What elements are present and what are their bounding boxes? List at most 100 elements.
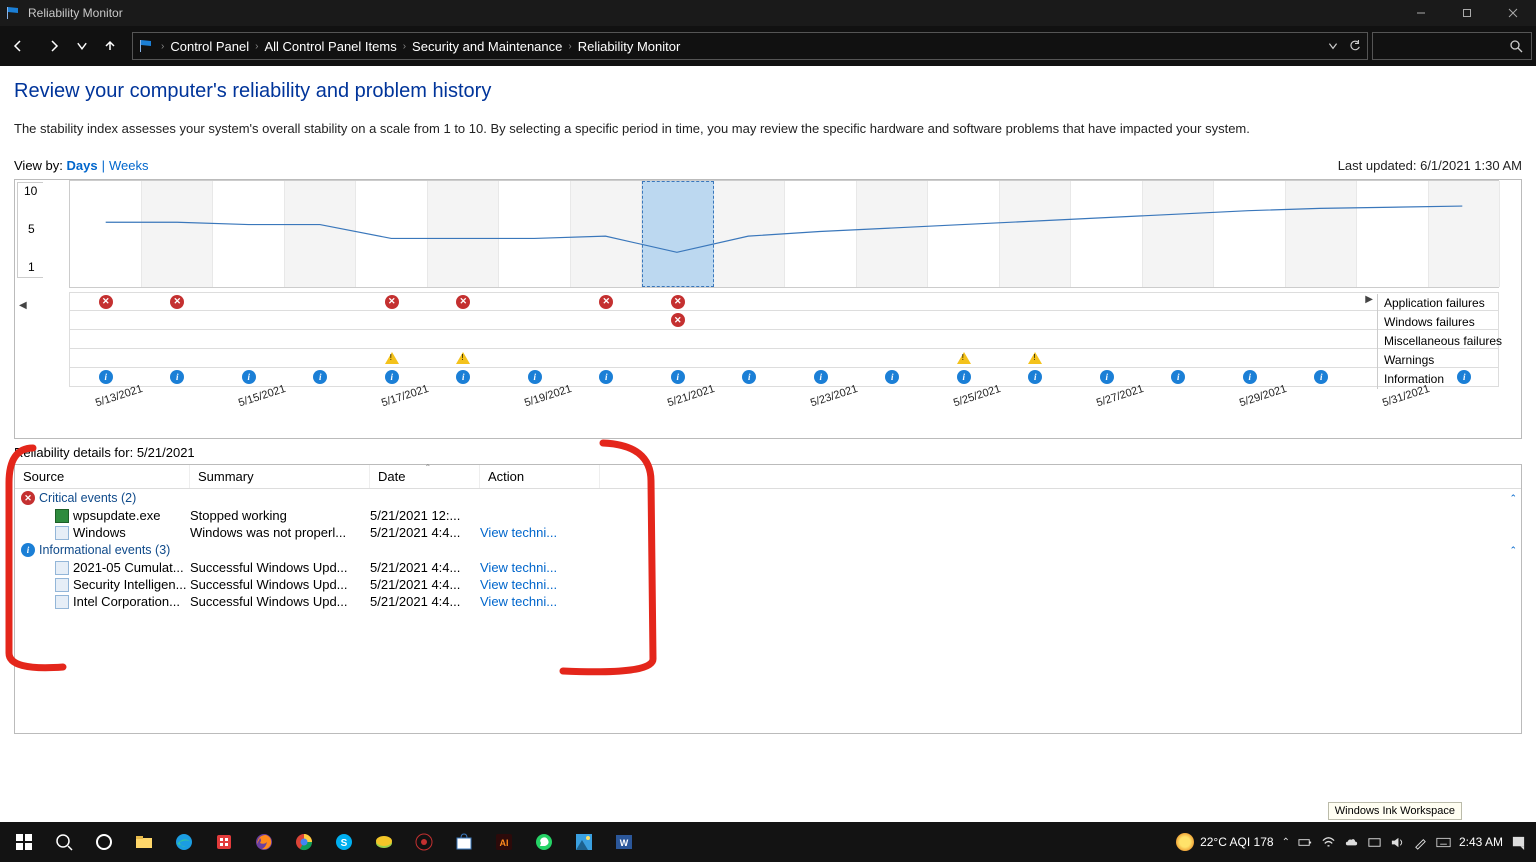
- error-icon: ✕: [99, 295, 113, 309]
- event-cell[interactable]: i: [285, 368, 357, 386]
- collapse-icon[interactable]: ⌃: [1509, 493, 1517, 504]
- th-action[interactable]: Action: [480, 465, 600, 488]
- recent-dropdown[interactable]: [72, 26, 92, 66]
- cortana-icon[interactable]: [84, 822, 124, 862]
- event-cell[interactable]: ✕: [642, 311, 714, 329]
- error-icon: ✕: [671, 313, 685, 327]
- close-button[interactable]: [1490, 0, 1536, 26]
- maximize-button[interactable]: [1444, 0, 1490, 26]
- collapse-icon[interactable]: ⌃: [1509, 545, 1517, 556]
- breadcrumb[interactable]: Reliability Monitor: [578, 39, 681, 54]
- skype-icon[interactable]: S: [324, 822, 364, 862]
- scroll-left-icon[interactable]: ◀: [19, 300, 27, 311]
- system-tray[interactable]: 22°C AQI 178 ⌃ 2:43 AM: [1176, 833, 1532, 851]
- taskbar[interactable]: S AI W 22°C AQI 178 ⌃ 2:43 AM: [0, 822, 1536, 862]
- search-taskbar-icon[interactable]: [44, 822, 84, 862]
- whatsapp-icon[interactable]: [524, 822, 564, 862]
- table-row[interactable]: wpsupdate.exeStopped working5/21/2021 12…: [15, 507, 1521, 524]
- event-cell[interactable]: i: [428, 368, 500, 386]
- keyboard-icon[interactable]: [1436, 835, 1451, 850]
- record-icon[interactable]: [404, 822, 444, 862]
- group-info[interactable]: i Informational events (3) ⌃: [15, 541, 1521, 559]
- scroll-right-icon[interactable]: ▶: [1365, 294, 1373, 305]
- table-row[interactable]: 2021-05 Cumulat...Successful Windows Upd…: [15, 559, 1521, 576]
- event-cell[interactable]: i: [356, 368, 428, 386]
- chevron-down-icon[interactable]: [1327, 40, 1339, 52]
- event-cell[interactable]: i: [1214, 368, 1286, 386]
- event-cell[interactable]: i: [70, 368, 142, 386]
- word-icon[interactable]: W: [604, 822, 644, 862]
- breadcrumb[interactable]: Control Panel: [170, 39, 249, 54]
- up-button[interactable]: [92, 26, 128, 66]
- th-date[interactable]: ⌃Date: [370, 465, 480, 488]
- details-table: Source Summary ⌃Date Action ✕ Critical e…: [14, 464, 1522, 734]
- view-details-link[interactable]: View techni...: [480, 594, 557, 609]
- address-bar[interactable]: › Control Panel › All Control Panel Item…: [132, 32, 1368, 60]
- back-button[interactable]: [0, 26, 36, 66]
- event-cell[interactable]: ✕: [142, 293, 214, 310]
- view-details-link[interactable]: View techni...: [480, 560, 557, 575]
- notifications-icon[interactable]: [1511, 835, 1526, 850]
- search-box[interactable]: [1372, 32, 1532, 60]
- th-source[interactable]: Source: [15, 465, 190, 488]
- event-cell[interactable]: i: [571, 368, 643, 386]
- store-icon[interactable]: [204, 822, 244, 862]
- event-cell[interactable]: [356, 349, 428, 367]
- event-cell[interactable]: i: [1286, 368, 1358, 386]
- chevron-right-icon: ›: [403, 41, 406, 52]
- event-cell[interactable]: i: [785, 368, 857, 386]
- start-button[interactable]: [4, 822, 44, 862]
- event-cell[interactable]: i: [928, 368, 1000, 386]
- explorer-icon[interactable]: [124, 822, 164, 862]
- event-cell[interactable]: i: [499, 368, 571, 386]
- volume-icon[interactable]: [1390, 835, 1405, 850]
- photo-icon[interactable]: [564, 822, 604, 862]
- ai-icon[interactable]: AI: [484, 822, 524, 862]
- event-cell[interactable]: i: [142, 368, 214, 386]
- event-cell[interactable]: ✕: [428, 293, 500, 310]
- event-cell[interactable]: i: [714, 368, 786, 386]
- event-cell[interactable]: [1000, 349, 1072, 367]
- event-cell[interactable]: ✕: [642, 293, 714, 310]
- table-row[interactable]: Security Intelligen...Successful Windows…: [15, 576, 1521, 593]
- wifi-icon[interactable]: [1321, 835, 1336, 850]
- minimize-button[interactable]: [1398, 0, 1444, 26]
- reliability-chart[interactable]: 10 5 1 ◀ ✕✕✕✕✕✕✕iiiiiiiiiiiiiiiiiii5/13/…: [14, 179, 1522, 439]
- event-cell[interactable]: i: [857, 368, 929, 386]
- view-weeks-link[interactable]: Weeks: [109, 158, 149, 173]
- clock[interactable]: 2:43 AM: [1459, 835, 1503, 849]
- view-details-link[interactable]: View techni...: [480, 577, 557, 592]
- event-cell[interactable]: i: [642, 368, 714, 386]
- edge-icon[interactable]: [164, 822, 204, 862]
- breadcrumb[interactable]: All Control Panel Items: [264, 39, 396, 54]
- chrome-icon[interactable]: [284, 822, 324, 862]
- store2-icon[interactable]: [444, 822, 484, 862]
- app-icon[interactable]: [364, 822, 404, 862]
- battery-icon[interactable]: [1298, 835, 1313, 850]
- input-icon[interactable]: [1367, 835, 1382, 850]
- firefox-icon[interactable]: [244, 822, 284, 862]
- table-row[interactable]: WindowsWindows was not properl...5/21/20…: [15, 524, 1521, 541]
- event-cell[interactable]: ✕: [70, 293, 142, 310]
- event-cell[interactable]: i: [213, 368, 285, 386]
- group-critical[interactable]: ✕ Critical events (2) ⌃: [15, 489, 1521, 507]
- view-details-link[interactable]: View techni...: [480, 525, 557, 540]
- event-cell[interactable]: ✕: [356, 293, 428, 310]
- ink-icon[interactable]: [1413, 835, 1428, 850]
- th-summary[interactable]: Summary: [190, 465, 370, 488]
- event-cell[interactable]: [428, 349, 500, 367]
- content: Review your computer's reliability and p…: [0, 66, 1536, 822]
- table-row[interactable]: Intel Corporation...Successful Windows U…: [15, 593, 1521, 610]
- onedrive-icon[interactable]: [1344, 835, 1359, 850]
- weather-widget[interactable]: 22°C AQI 178: [1176, 833, 1274, 851]
- event-cell[interactable]: [928, 349, 1000, 367]
- breadcrumb[interactable]: Security and Maintenance: [412, 39, 562, 54]
- forward-button[interactable]: [36, 26, 72, 66]
- refresh-icon[interactable]: [1349, 40, 1361, 52]
- tray-chevron-icon[interactable]: ⌃: [1282, 837, 1290, 848]
- view-days-link[interactable]: Days: [67, 158, 98, 173]
- event-cell[interactable]: i: [1143, 368, 1215, 386]
- event-cell[interactable]: ✕: [571, 293, 643, 310]
- event-cell[interactable]: i: [1071, 368, 1143, 386]
- event-cell[interactable]: i: [1000, 368, 1072, 386]
